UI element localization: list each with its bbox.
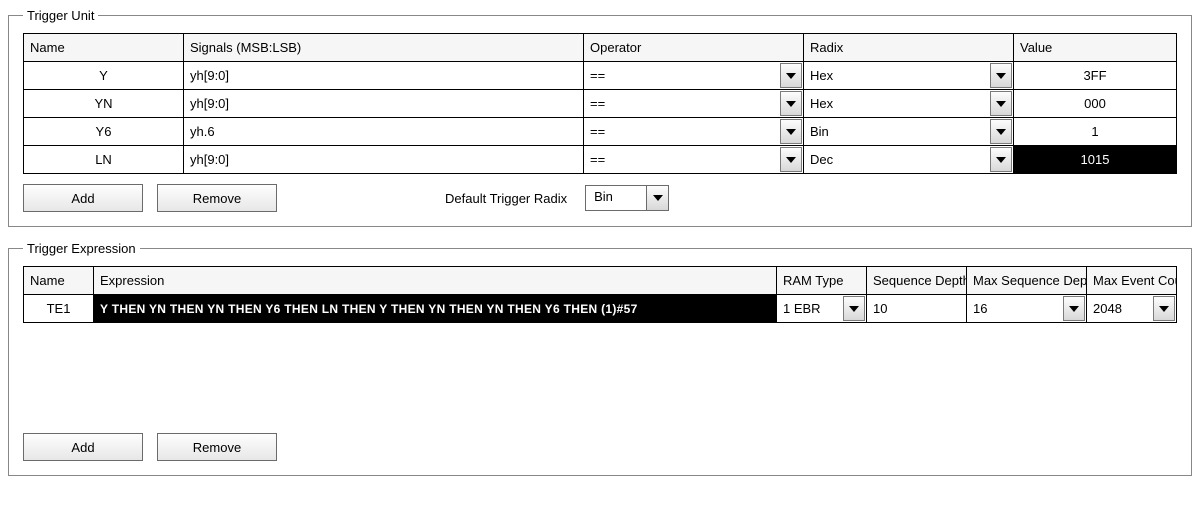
tu-name-cell[interactable]: Y6 — [24, 118, 184, 146]
te-max-seq-depth-cell[interactable]: 16 — [967, 295, 1087, 323]
chevron-down-icon[interactable] — [1153, 296, 1175, 321]
trigger-unit-legend: Trigger Unit — [23, 8, 98, 23]
tu-radix-cell[interactable]: Hex — [804, 62, 1014, 90]
te-name-cell[interactable]: TE1 — [24, 295, 94, 323]
tu-operator-cell[interactable]: == — [584, 90, 804, 118]
tu-signals-cell[interactable]: yh[9:0] — [184, 90, 584, 118]
chevron-down-icon[interactable] — [990, 63, 1012, 88]
tu-add-button[interactable]: Add — [23, 184, 143, 212]
tu-toolbar: Add Remove Default Trigger Radix Bin — [23, 184, 1177, 212]
table-row: YNyh[9:0]==Hex000 — [24, 90, 1177, 118]
chevron-down-icon[interactable] — [990, 147, 1012, 172]
tu-signals-cell[interactable]: yh[9:0] — [184, 62, 584, 90]
chevron-down-icon[interactable] — [780, 119, 802, 144]
tu-h-signals: Signals (MSB:LSB) — [184, 34, 584, 62]
tu-value-cell[interactable]: 000 — [1014, 90, 1177, 118]
te-h-max-seq-depth: Max Sequence Depth — [967, 267, 1087, 295]
chevron-down-icon[interactable] — [780, 147, 802, 172]
default-trigger-radix-label: Default Trigger Radix — [445, 191, 567, 206]
chevron-down-icon[interactable] — [990, 119, 1012, 144]
trigger-expression-group: Trigger Expression Name Expression RAM T… — [8, 241, 1192, 476]
tu-radix-cell[interactable]: Hex — [804, 90, 1014, 118]
chevron-down-icon[interactable] — [843, 296, 865, 321]
table-row: Yyh[9:0]==Hex3FF — [24, 62, 1177, 90]
te-remove-button[interactable]: Remove — [157, 433, 277, 461]
te-toolbar: Add Remove — [23, 433, 1177, 461]
tu-value-cell[interactable]: 1 — [1014, 118, 1177, 146]
tu-value-cell[interactable]: 3FF — [1014, 62, 1177, 90]
te-max-event-cell[interactable]: 2048 — [1087, 295, 1177, 323]
te-h-seq-depth: Sequence Depth — [867, 267, 967, 295]
tu-value-cell[interactable]: 1015 — [1014, 146, 1177, 174]
te-expression-cell[interactable]: Y THEN YN THEN YN THEN Y6 THEN LN THEN Y… — [94, 295, 777, 323]
te-header-row: Name Expression RAM Type Sequence Depth … — [24, 267, 1177, 295]
tu-signals-cell[interactable]: yh.6 — [184, 118, 584, 146]
tu-h-radix: Radix — [804, 34, 1014, 62]
te-h-expression: Expression — [94, 267, 777, 295]
te-seq-depth-cell[interactable]: 10 — [867, 295, 967, 323]
default-trigger-radix-combo[interactable]: Bin — [585, 185, 669, 211]
tu-name-cell[interactable]: YN — [24, 90, 184, 118]
chevron-down-icon[interactable] — [646, 186, 668, 210]
te-h-name: Name — [24, 267, 94, 295]
table-row: TE1Y THEN YN THEN YN THEN Y6 THEN LN THE… — [24, 295, 1177, 323]
default-trigger-radix-group: Default Trigger Radix Bin — [445, 185, 669, 211]
chevron-down-icon[interactable] — [1063, 296, 1085, 321]
tu-h-value: Value — [1014, 34, 1177, 62]
te-h-max-event: Max Event Counter — [1087, 267, 1177, 295]
tu-h-operator: Operator — [584, 34, 804, 62]
tu-operator-cell[interactable]: == — [584, 118, 804, 146]
tu-radix-cell[interactable]: Dec — [804, 146, 1014, 174]
table-row: LNyh[9:0]==Dec1015 — [24, 146, 1177, 174]
chevron-down-icon[interactable] — [780, 91, 802, 116]
tu-radix-cell[interactable]: Bin — [804, 118, 1014, 146]
tu-operator-cell[interactable]: == — [584, 146, 804, 174]
tu-operator-cell[interactable]: == — [584, 62, 804, 90]
chevron-down-icon[interactable] — [780, 63, 802, 88]
chevron-down-icon[interactable] — [990, 91, 1012, 116]
tu-signals-cell[interactable]: yh[9:0] — [184, 146, 584, 174]
te-ram-type-cell[interactable]: 1 EBR — [777, 295, 867, 323]
tu-h-name: Name — [24, 34, 184, 62]
default-trigger-radix-value: Bin — [586, 186, 646, 210]
trigger-unit-group: Trigger Unit Name Signals (MSB:LSB) Oper… — [8, 8, 1192, 227]
tu-name-cell[interactable]: Y — [24, 62, 184, 90]
trigger-expression-legend: Trigger Expression — [23, 241, 140, 256]
tu-header-row: Name Signals (MSB:LSB) Operator Radix Va… — [24, 34, 1177, 62]
tu-remove-button[interactable]: Remove — [157, 184, 277, 212]
table-row: Y6yh.6==Bin1 — [24, 118, 1177, 146]
tu-name-cell[interactable]: LN — [24, 146, 184, 174]
te-add-button[interactable]: Add — [23, 433, 143, 461]
trigger-unit-table: Name Signals (MSB:LSB) Operator Radix Va… — [23, 33, 1177, 174]
te-h-ram-type: RAM Type — [777, 267, 867, 295]
trigger-expression-table: Name Expression RAM Type Sequence Depth … — [23, 266, 1177, 323]
